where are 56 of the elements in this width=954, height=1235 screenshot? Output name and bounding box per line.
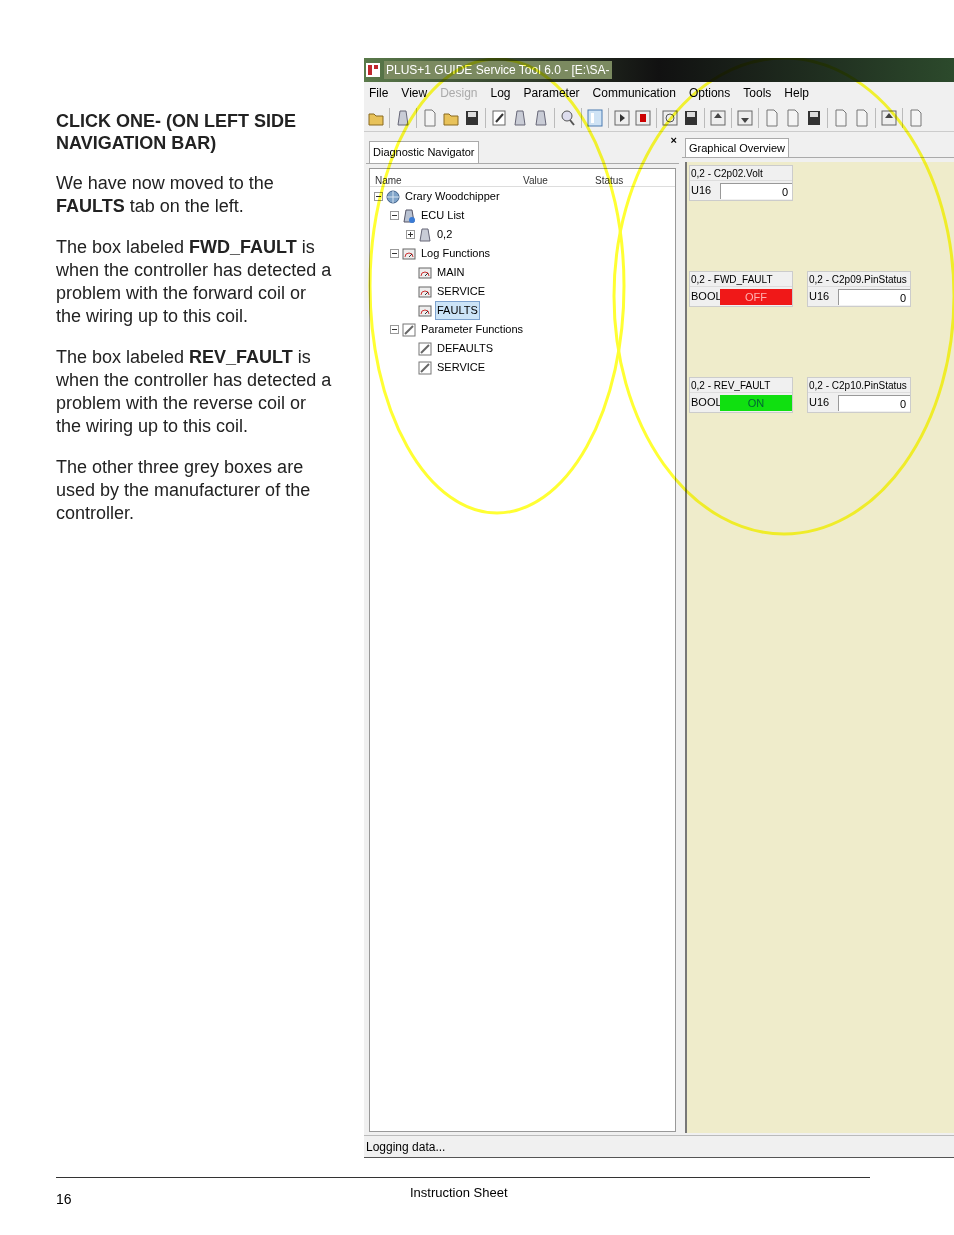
- tree-item[interactable]: Log Functions: [419, 244, 493, 263]
- paragraph: The box labeled REV_FAULT is when the controller has detected a problem with the reverse coil or the wiring up to this coil.: [56, 346, 333, 438]
- widget-title: 0,2 - REV_FAULT: [690, 378, 792, 393]
- window-title: PLUS+1 GUIDE Service Tool 6.0 - [E:\SA-: [384, 61, 612, 79]
- status-indicator: OFF: [720, 288, 792, 305]
- menu-item[interactable]: Help: [784, 84, 809, 102]
- tree-item[interactable]: SERVICE: [435, 358, 488, 377]
- pencil-icon[interactable]: [491, 108, 507, 127]
- value-field: 0: [838, 288, 910, 305]
- expander-icon[interactable]: [390, 325, 399, 334]
- status-text: Logging data...: [366, 1138, 446, 1156]
- expander-icon[interactable]: [390, 211, 399, 220]
- type-label: BOOL: [691, 289, 718, 305]
- widget-title: 0,2 - C2p02.Volt: [690, 166, 792, 181]
- type-label: U16: [809, 395, 831, 411]
- paragraph: The box labeled FWD_FAULT is when the controller has detected a problem with the forward coil or the wiring up to this coil.: [56, 236, 333, 328]
- menu-item[interactable]: Tools: [743, 84, 772, 102]
- expander-icon[interactable]: [374, 192, 383, 201]
- tree-item[interactable]: DEFAULTS: [435, 339, 496, 358]
- tree-item[interactable]: ECU List: [419, 206, 467, 225]
- type-label: U16: [809, 289, 831, 305]
- stop-icon[interactable]: [635, 108, 651, 127]
- close-button[interactable]: ×: [670, 134, 677, 146]
- value-field: 0: [720, 182, 792, 199]
- play-icon[interactable]: [614, 108, 630, 127]
- footer-title: Instruction Sheet: [410, 1184, 508, 1202]
- tree-item[interactable]: Parameter Functions: [419, 320, 526, 339]
- status-indicator: ON: [720, 394, 792, 411]
- column-header[interactable]: Value: [523, 173, 595, 186]
- type-label: U16: [691, 183, 713, 199]
- widget-title: 0,2 - C2p10.PinStatus: [808, 378, 910, 393]
- paragraph: We have now moved to the FAULTS tab on the left.: [56, 172, 275, 218]
- magnify-icon[interactable]: [560, 108, 576, 127]
- expander-icon[interactable]: [390, 249, 399, 258]
- app-logo-icon: [366, 63, 380, 77]
- value-field: 0: [838, 394, 910, 411]
- menu-item[interactable]: Communication: [592, 84, 676, 102]
- tree-item[interactable]: SERVICE: [435, 282, 488, 301]
- page-number: 16: [56, 1190, 72, 1209]
- up-icon[interactable]: [710, 108, 726, 127]
- expander-icon[interactable]: [406, 230, 415, 239]
- overview-tab[interactable]: Graphical Overview: [685, 138, 789, 157]
- globe-icon: [386, 189, 400, 204]
- heading: CLICK ONE- (ON LEFT SIDE NAVIGATION BAR): [56, 110, 297, 154]
- tree-item[interactable]: FAULTS: [435, 301, 480, 320]
- menu-item[interactable]: Log: [490, 84, 511, 102]
- tree-item[interactable]: Crary Woodchipper: [403, 187, 502, 206]
- tree-item[interactable]: 0,2: [435, 225, 455, 244]
- down-icon[interactable]: [737, 108, 753, 127]
- type-label: BOOL: [691, 395, 718, 411]
- paragraph: The other three grey boxes are used by the manufacturer of the controller.: [56, 456, 312, 525]
- widget-title: 0,2 - C2p09.PinStatus: [808, 272, 910, 287]
- tree-item[interactable]: MAIN: [435, 263, 467, 282]
- menu-item[interactable]: File: [369, 84, 389, 102]
- widget-title: 0,2 - FWD_FAULT: [690, 272, 792, 287]
- menu-item[interactable]: View: [401, 84, 428, 102]
